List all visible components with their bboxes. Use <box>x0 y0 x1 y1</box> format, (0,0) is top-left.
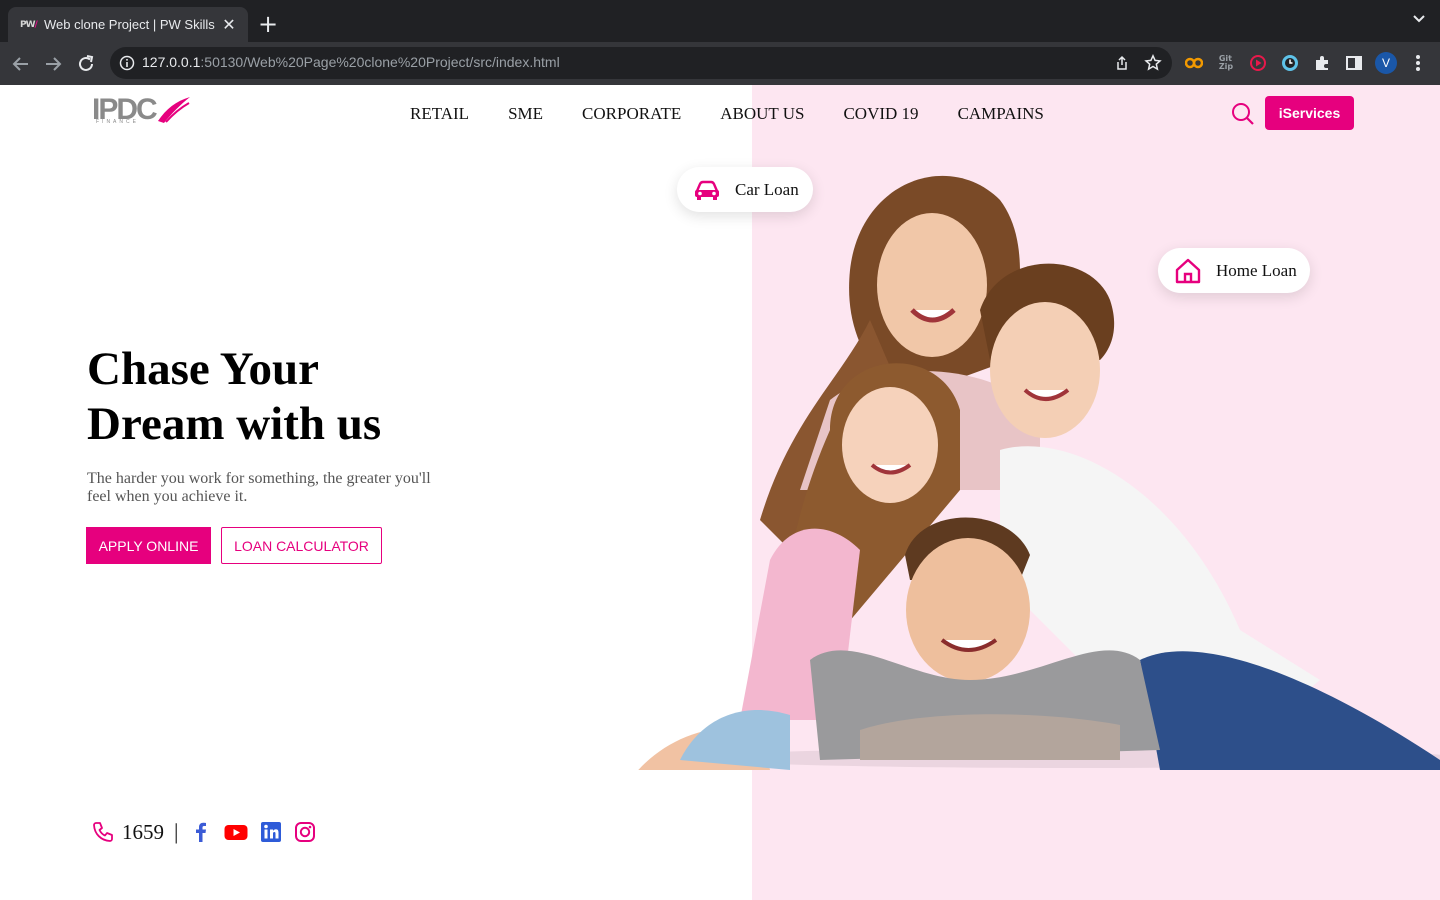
profile-avatar[interactable]: V <box>1375 52 1397 74</box>
pw-favicon-icon: PW/ <box>20 19 38 30</box>
iservices-button[interactable]: iServices <box>1265 96 1354 130</box>
url-path: :50130/Web%20Page%20clone%20Project/src/… <box>200 54 560 70</box>
home-icon <box>1175 258 1201 283</box>
hero-title-line-2: Dream with us <box>87 398 382 450</box>
nav-covid-19[interactable]: COVID 19 <box>843 104 918 124</box>
facebook-icon[interactable] <box>190 821 212 843</box>
tab-search-chevron-icon[interactable] <box>1412 12 1426 26</box>
apply-online-button[interactable]: APPLY ONLINE <box>86 527 211 564</box>
forward-arrow-icon[interactable] <box>42 53 64 75</box>
home-loan-label: Home Loan <box>1216 260 1297 280</box>
tab-title: Web clone Project | PW Skills <box>44 17 215 32</box>
linkedin-icon[interactable] <box>260 821 282 843</box>
new-tab-button[interactable]: + <box>258 10 278 38</box>
family-hero-image <box>638 175 1440 770</box>
nav-corporate[interactable]: CORPORATE <box>582 104 681 124</box>
hero-title-line-1: Chase Your <box>87 343 319 395</box>
extension-infinity-icon[interactable] <box>1184 53 1204 73</box>
tab-close-icon[interactable]: ✕ <box>220 15 238 34</box>
share-icon[interactable] <box>1114 55 1130 71</box>
logo-subtext: FINANCE <box>96 119 139 125</box>
reload-icon[interactable] <box>75 53 97 75</box>
extensions-puzzle-icon[interactable] <box>1312 53 1332 73</box>
url-host: 127.0.0.1 <box>142 54 201 70</box>
instagram-icon[interactable] <box>294 821 316 843</box>
browser-toolbar: 127.0.0.1:50130/Web%20Page%20clone%20Pro… <box>0 42 1440 85</box>
ipdc-logo[interactable]: IPDC FINANCE <box>92 95 192 129</box>
browser-tab[interactable]: PW/ Web clone Project | PW Skills ✕ <box>8 7 248 42</box>
contact-bar: 1659 | <box>92 819 316 845</box>
nav-campains[interactable]: CAMPAINS <box>958 104 1044 124</box>
car-loan-label: Car Loan <box>735 179 799 199</box>
car-loan-badge[interactable]: Car Loan <box>677 167 813 212</box>
extension-gitzip-icon[interactable]: Git Zip <box>1216 53 1236 73</box>
hero-subtitle: The harder you work for something, the g… <box>87 470 431 505</box>
hero-title: Chase Your Dream with us <box>87 342 507 452</box>
nav-sme[interactable]: SME <box>508 104 543 124</box>
logo-swoosh-icon <box>158 97 190 123</box>
url-text[interactable]: 127.0.0.1:50130/Web%20Page%20clone%20Pro… <box>142 54 560 70</box>
back-arrow-icon[interactable] <box>10 53 32 75</box>
browser-tab-strip: PW/ Web clone Project | PW Skills ✕ + <box>0 0 1440 42</box>
nav-about-us[interactable]: ABOUT US <box>720 104 804 124</box>
contact-separator: | <box>174 819 179 844</box>
loan-calculator-button[interactable]: LOAN CALCULATOR <box>221 527 382 564</box>
search-icon[interactable] <box>1231 102 1255 126</box>
social-links <box>190 821 316 843</box>
main-navigation: RETAIL SME CORPORATE ABOUT US COVID 19 C… <box>410 104 1044 124</box>
youtube-icon[interactable] <box>224 821 248 843</box>
extension-clock-icon[interactable] <box>1280 53 1300 73</box>
phone-icon[interactable] <box>92 821 114 843</box>
web-page: IPDC FINANCE RETAIL SME CORPORATE ABOUT … <box>0 85 1440 900</box>
extension-play-icon[interactable] <box>1248 53 1268 73</box>
home-loan-badge[interactable]: Home Loan <box>1158 248 1310 293</box>
nav-retail[interactable]: RETAIL <box>410 104 469 124</box>
side-panel-icon[interactable] <box>1344 53 1364 73</box>
bookmark-star-icon[interactable] <box>1144 54 1162 72</box>
address-bar[interactable]: 127.0.0.1:50130/Web%20Page%20clone%20Pro… <box>110 47 1172 79</box>
car-icon <box>695 180 719 200</box>
browser-menu-icon[interactable] <box>1410 52 1426 74</box>
site-info-icon[interactable] <box>119 55 135 71</box>
hotline-number[interactable]: 1659 <box>122 820 164 845</box>
